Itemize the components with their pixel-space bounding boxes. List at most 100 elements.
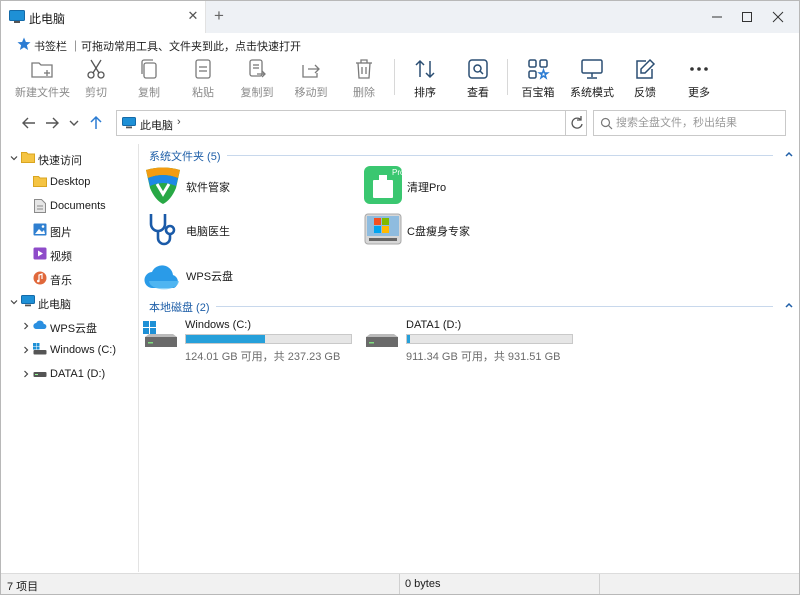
sort-button[interactable]: 排序: [398, 55, 452, 103]
back-button[interactable]: [19, 113, 39, 133]
forward-button[interactable]: [42, 113, 62, 133]
chevron-down-icon[interactable]: [9, 152, 19, 162]
sidebar-item-desktop[interactable]: Desktop: [1, 171, 137, 193]
toolbar-divider: [394, 59, 395, 95]
section-divider: [149, 306, 773, 307]
search-input[interactable]: [616, 115, 781, 131]
drive-usage-fill: [407, 335, 411, 343]
app-label: C盘瘦身专家: [407, 226, 470, 238]
view-button[interactable]: 查看: [451, 55, 505, 103]
sidebar-item-quick-access[interactable]: 快速访问: [1, 147, 137, 169]
system-folders-header[interactable]: 系统文件夹 (5): [149, 148, 795, 164]
arrow-right-icon: [46, 117, 59, 129]
collapse-icon[interactable]: [783, 148, 795, 160]
sidebar-item-label: 音乐: [50, 275, 72, 287]
item-count: 7 项目: [7, 581, 39, 593]
copy-button[interactable]: 复制: [122, 55, 176, 103]
view-icon: [466, 57, 490, 81]
app-cleaner-pro[interactable]: Pro 清理Pro: [364, 166, 564, 206]
sidebar-item-wps-cloud[interactable]: WPS云盘: [1, 315, 137, 337]
local-disks-header[interactable]: 本地磁盘 (2): [149, 299, 795, 315]
drive-c[interactable]: Windows (C:) 124.01 GB 可用，共 237.23 GB: [143, 319, 353, 363]
sidebar-item-documents[interactable]: Documents: [1, 195, 137, 217]
paste-button[interactable]: 粘贴: [176, 55, 230, 103]
chevron-right-icon[interactable]: [21, 320, 31, 330]
drive-name: Windows (C:): [185, 319, 252, 331]
app-wps-cloud[interactable]: WPS云盘: [143, 255, 343, 295]
collapse-icon[interactable]: [783, 299, 795, 311]
new-tab-button[interactable]: +: [209, 6, 229, 26]
more-icon: [687, 57, 711, 81]
chevron-right-icon[interactable]: [21, 344, 31, 354]
tab-title: 此电脑: [29, 12, 66, 26]
search-icon: [600, 117, 613, 133]
sidebar-item-this-pc[interactable]: 此电脑: [1, 291, 137, 313]
sidebar-item-videos[interactable]: 视频: [1, 243, 137, 265]
sidebar-item-label: 图片: [50, 227, 72, 239]
sidebar-item-music[interactable]: 音乐: [1, 267, 137, 289]
tab-this-pc[interactable]: 此电脑 ✕: [1, 1, 206, 33]
system-mode-button[interactable]: 系统模式: [565, 55, 619, 103]
paste-icon: [191, 57, 215, 81]
up-button[interactable]: [86, 113, 106, 133]
close-tab-icon[interactable]: ✕: [185, 8, 201, 24]
computer-icon: [21, 295, 35, 310]
toolbar-label: 反馈: [634, 87, 656, 99]
cloud-icon: [33, 319, 47, 333]
new-folder-button[interactable]: 新建文件夹: [15, 55, 70, 103]
status-divider: [399, 574, 400, 594]
drive-capacity: 911.34 GB 可用，共 931.51 GB: [406, 351, 561, 363]
chevron-down-icon: [69, 120, 79, 126]
recent-locations-button[interactable]: [64, 113, 84, 133]
drive-d[interactable]: DATA1 (D:) 911.34 GB 可用，共 931.51 GB: [364, 319, 574, 363]
refresh-button[interactable]: [565, 111, 587, 135]
cloud-icon: [143, 255, 183, 295]
address-bar[interactable]: 此电脑 ›: [116, 110, 587, 136]
toolbar: 新建文件夹 剪切 复制 粘贴 复制到 移动到 删除 排序 查看 百宝箱 系统模式…: [1, 55, 799, 103]
sidebar-item-label: Desktop: [50, 176, 91, 188]
stethoscope-icon: [143, 210, 183, 250]
sidebar-item-pictures[interactable]: 图片: [1, 219, 137, 241]
toolbox-icon: [526, 57, 550, 81]
app-pc-doctor[interactable]: 电脑医生: [143, 210, 343, 250]
app-label: 软件管家: [186, 182, 230, 194]
toolbar-label: 百宝箱: [521, 87, 555, 99]
move-to-icon: [299, 57, 323, 81]
move-to-button[interactable]: 移动到: [284, 55, 338, 103]
toolbox-button[interactable]: 百宝箱: [511, 55, 565, 103]
explorer-window: 此电脑 ✕ + 书签栏 ｜可拖动常用工具、文件夹到此，点击快速打开 新建文件夹 …: [0, 0, 800, 595]
cut-button[interactable]: 剪切: [69, 55, 123, 103]
delete-button[interactable]: 删除: [337, 55, 391, 103]
arrow-left-icon: [22, 117, 35, 129]
copy-to-button[interactable]: 复制到: [230, 55, 284, 103]
scissors-icon: [84, 57, 108, 81]
feedback-button[interactable]: 反馈: [618, 55, 672, 103]
more-button[interactable]: 更多: [672, 55, 726, 103]
bookmark-hint: 书签栏 ｜可拖动常用工具、文件夹到此，点击快速打开: [34, 41, 302, 53]
sidebar-item-label: DATA1 (D:): [50, 368, 106, 380]
drive-capacity: 124.01 GB 可用，共 237.23 GB: [185, 351, 341, 363]
breadcrumb-chevron[interactable]: ›: [177, 116, 181, 128]
search-box[interactable]: [593, 110, 786, 136]
computer-icon: [9, 10, 25, 27]
toolbar-label: 排序: [414, 87, 436, 99]
sidebar-item-label: Windows (C:): [50, 344, 117, 356]
music-icon: [33, 271, 47, 288]
close-window-button[interactable]: [768, 7, 788, 27]
sidebar-item-drive-d[interactable]: DATA1 (D:): [1, 363, 137, 385]
chevron-down-icon[interactable]: [9, 296, 19, 306]
toolbar-label: 查看: [467, 87, 489, 99]
minimize-button[interactable]: [707, 7, 727, 27]
maximize-button[interactable]: [737, 7, 757, 27]
toolbar-label: 剪切: [85, 87, 107, 99]
address-path[interactable]: 此电脑: [140, 117, 173, 133]
app-c-drive-slimmer[interactable]: C盘瘦身专家: [364, 210, 564, 250]
app-software-manager[interactable]: 软件管家: [143, 166, 343, 206]
drive-icon: [364, 321, 400, 353]
sidebar-item-label: 视频: [50, 251, 72, 263]
drive-usage-fill: [186, 335, 265, 343]
toolbar-label: 复制到: [240, 87, 274, 99]
chevron-right-icon[interactable]: [21, 368, 31, 378]
selection-size: 0 bytes: [405, 578, 441, 590]
sidebar-item-drive-c[interactable]: Windows (C:): [1, 339, 137, 361]
